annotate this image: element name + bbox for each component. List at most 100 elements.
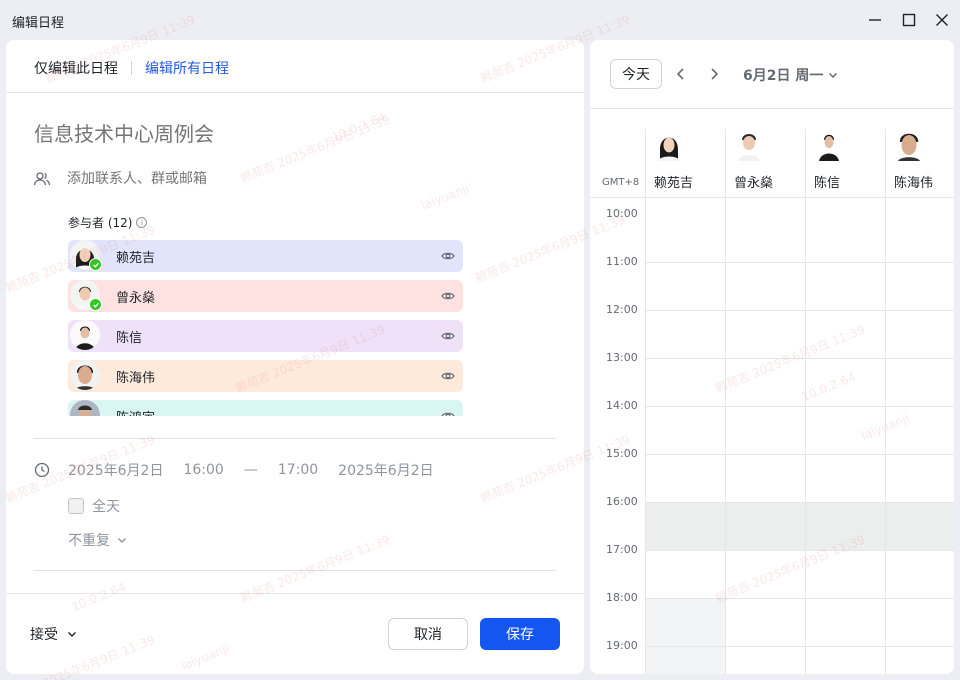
person-column-head[interactable]: 陈海伟 [886, 127, 954, 197]
tab-edit-this[interactable]: 仅编辑此日程 [34, 58, 118, 78]
title-bar: 编辑日程 [0, 0, 960, 40]
header-divider [6, 92, 584, 93]
grid-line [646, 502, 954, 503]
eye-icon[interactable] [441, 289, 455, 303]
repeat-select[interactable]: 不重复 [68, 530, 128, 550]
chevron-right-icon[interactable] [705, 65, 723, 83]
attendees-count-label: 参与者 (12) [68, 216, 133, 230]
event-edit-panel: 仅编辑此日程 编辑所有日程 参与者 (12) i 赖苑吉 [6, 40, 584, 674]
eye-icon[interactable] [441, 369, 455, 383]
chevron-down-icon [118, 538, 126, 543]
attendee-row[interactable]: 曾永燊 [68, 280, 463, 312]
grid-line [646, 262, 954, 263]
person-column-head[interactable]: 曾永燊 [726, 127, 806, 197]
tab-divider [131, 61, 132, 75]
person-name: 曾永燊 [734, 176, 774, 191]
attendee-row[interactable]: 陈海伟 [68, 360, 463, 392]
close-icon [936, 14, 948, 26]
hour-label: 19:00 [606, 639, 638, 652]
calendar-panel: 今天 6月2日 周一 赖苑吉 曾永燊 陈信 陈海伟 GMT+8 10:00 11… [590, 40, 954, 674]
attendee-list[interactable]: 赖苑吉 曾永燊 陈信 陈海伟 [68, 240, 468, 416]
attendee-row[interactable]: 赖苑吉 [68, 240, 463, 272]
start-time[interactable]: 16:00 [183, 462, 223, 478]
grid-line [646, 406, 954, 407]
hour-label: 10:00 [606, 207, 638, 220]
time-row: 2025年6月2日 16:00 — 17:00 2025年6月2日 [34, 460, 454, 480]
eye-icon[interactable] [441, 249, 455, 263]
all-day-row: 全天 [68, 496, 120, 516]
timezone-label: GMT+8 [602, 177, 640, 188]
grid-line [645, 129, 646, 674]
calendar-grid[interactable]: 赖苑吉 曾永燊 陈信 陈海伟 GMT+8 10:00 11:00 12:00 1… [590, 109, 954, 674]
attendee-name: 陈海伟 [116, 370, 156, 386]
contact-search-input[interactable] [67, 171, 367, 187]
attendee-name: 陈信 [116, 330, 143, 346]
attendee-name: 曾永燊 [116, 290, 156, 306]
avatar [819, 134, 839, 161]
time-dash: — [243, 462, 258, 478]
grid-line [590, 197, 954, 198]
hour-label: 18:00 [606, 591, 638, 604]
info-icon[interactable]: i [136, 217, 148, 228]
avatar [738, 134, 760, 161]
today-button[interactable]: 今天 [610, 59, 662, 89]
attendee-name: 赖苑吉 [116, 250, 156, 266]
close-button[interactable] [928, 6, 956, 34]
cancel-button[interactable]: 取消 [388, 618, 468, 650]
grid-line [646, 598, 954, 599]
chevron-down-icon [829, 72, 838, 79]
accepted-check-icon [89, 258, 102, 271]
avatar [70, 400, 100, 416]
grid-line [725, 129, 726, 674]
eye-icon[interactable] [441, 409, 455, 416]
save-button[interactable]: 保存 [480, 618, 560, 650]
grid-line [885, 129, 886, 674]
chevron-down-icon [68, 632, 76, 637]
grid-line [805, 129, 806, 674]
hour-label: 13:00 [606, 351, 638, 364]
grid-line [646, 454, 954, 455]
maximize-button[interactable] [895, 6, 923, 34]
maximize-icon [902, 13, 916, 27]
eye-icon[interactable] [441, 329, 455, 343]
end-time[interactable]: 17:00 [278, 462, 318, 478]
minimize-icon [869, 19, 881, 21]
all-day-checkbox[interactable] [68, 498, 84, 514]
attendee-row[interactable]: 陈信 [68, 320, 463, 352]
start-date[interactable]: 2025年6月2日 [68, 460, 163, 480]
chevron-left-icon[interactable] [672, 65, 690, 83]
all-day-label: 全天 [92, 499, 120, 515]
grid-line [646, 550, 954, 551]
rsvp-label: 接受 [30, 627, 58, 643]
people-icon [33, 172, 51, 186]
section-divider [34, 570, 556, 571]
hour-label: 11:00 [606, 255, 638, 268]
grid-line [646, 358, 954, 359]
avatar [70, 320, 100, 350]
person-name: 陈海伟 [894, 176, 934, 191]
busy-slot [646, 502, 954, 550]
person-name: 赖苑吉 [654, 176, 694, 191]
rsvp-select[interactable]: 接受 [30, 624, 78, 644]
event-title-input[interactable] [34, 122, 534, 146]
window-title: 编辑日程 [12, 16, 65, 31]
person-column-head[interactable]: 陈信 [806, 127, 886, 197]
footer-divider [6, 593, 584, 594]
current-date-label: 6月2日 周一 [743, 68, 824, 84]
hour-label: 17:00 [606, 543, 638, 556]
attendee-name: 陈鸿宇 [116, 407, 155, 417]
end-date[interactable]: 2025年6月2日 [338, 460, 433, 480]
attendee-row[interactable]: 陈鸿宇 [68, 400, 463, 416]
avatar [70, 360, 100, 390]
past-shade [646, 598, 726, 674]
avatar [898, 133, 920, 161]
date-picker[interactable]: 6月2日 周一 [743, 65, 839, 85]
person-name: 陈信 [814, 176, 841, 191]
tab-edit-all[interactable]: 编辑所有日程 [145, 58, 229, 78]
grid-line [646, 310, 954, 311]
add-contact-row [33, 170, 367, 188]
minimize-button[interactable] [861, 6, 889, 34]
clock-icon [34, 462, 50, 478]
hour-label: 16:00 [606, 495, 638, 508]
person-column-head[interactable]: 赖苑吉 [646, 127, 726, 197]
